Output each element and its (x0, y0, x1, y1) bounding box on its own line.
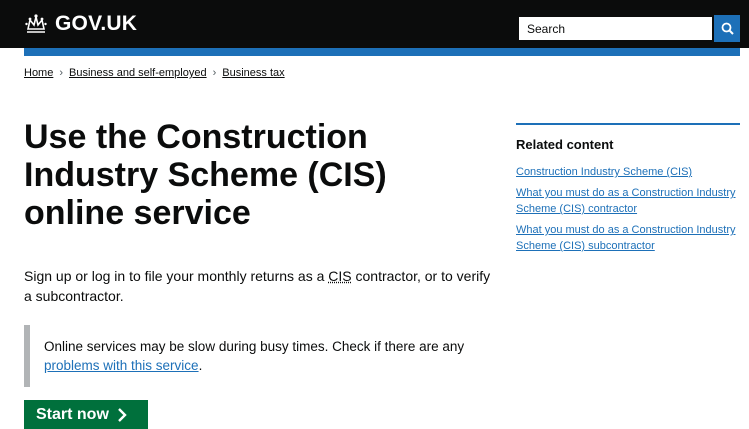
chevron-right-icon: › (59, 67, 64, 79)
related-content-heading: Related content (516, 137, 614, 152)
breadcrumb-business-self-employed[interactable]: Business and self-employed (69, 67, 207, 79)
related-link-cis[interactable]: Construction Industry Scheme (CIS) (516, 166, 692, 178)
start-button-label: Start now (36, 406, 109, 423)
related-link-cis-contractor[interactable]: What you must do as a Construction Indus… (516, 187, 736, 215)
lead-text-before: Sign up or log in to file your monthly r… (24, 268, 329, 284)
search-icon (721, 22, 734, 35)
problems-with-service-link[interactable]: problems with this service (44, 358, 199, 373)
site-header: GOV.UK (0, 0, 749, 48)
breadcrumb: Home › Business and self-employed › Busi… (24, 67, 285, 79)
related-link-cis-subcontractor[interactable]: What you must do as a Construction Indus… (516, 224, 736, 252)
page-title: Use the Construction Industry Scheme (CI… (24, 118, 387, 232)
lead-paragraph: Sign up or log in to file your monthly r… (24, 266, 499, 306)
inset-text-end: . (198, 358, 203, 373)
header-blue-bar (24, 48, 740, 56)
breadcrumb-home[interactable]: Home (24, 67, 53, 79)
chevron-right-icon: › (212, 67, 217, 79)
start-now-button[interactable]: Start now (24, 400, 148, 429)
breadcrumb-business-tax[interactable]: Business tax (222, 67, 284, 79)
cis-abbreviation: CIS (328, 268, 352, 284)
search-input[interactable] (517, 15, 714, 42)
logo-text: GOV.UK (55, 12, 138, 35)
chevron-right-icon (118, 408, 127, 422)
list-item: What you must do as a Construction Indus… (516, 222, 740, 254)
crown-icon (25, 14, 47, 33)
list-item: What you must do as a Construction Indus… (516, 185, 740, 217)
inset-text: Online services may be slow during busy … (44, 339, 465, 354)
list-item: Construction Industry Scheme (CIS) (516, 164, 740, 180)
search-form (517, 15, 740, 42)
govuk-logo-link[interactable]: GOV.UK (24, 10, 137, 38)
related-links-list: Construction Industry Scheme (CIS) What … (516, 164, 740, 254)
related-content: Related content Construction Industry Sc… (516, 123, 740, 259)
search-button[interactable] (714, 15, 740, 42)
inset-notice: Online services may be slow during busy … (24, 325, 499, 387)
